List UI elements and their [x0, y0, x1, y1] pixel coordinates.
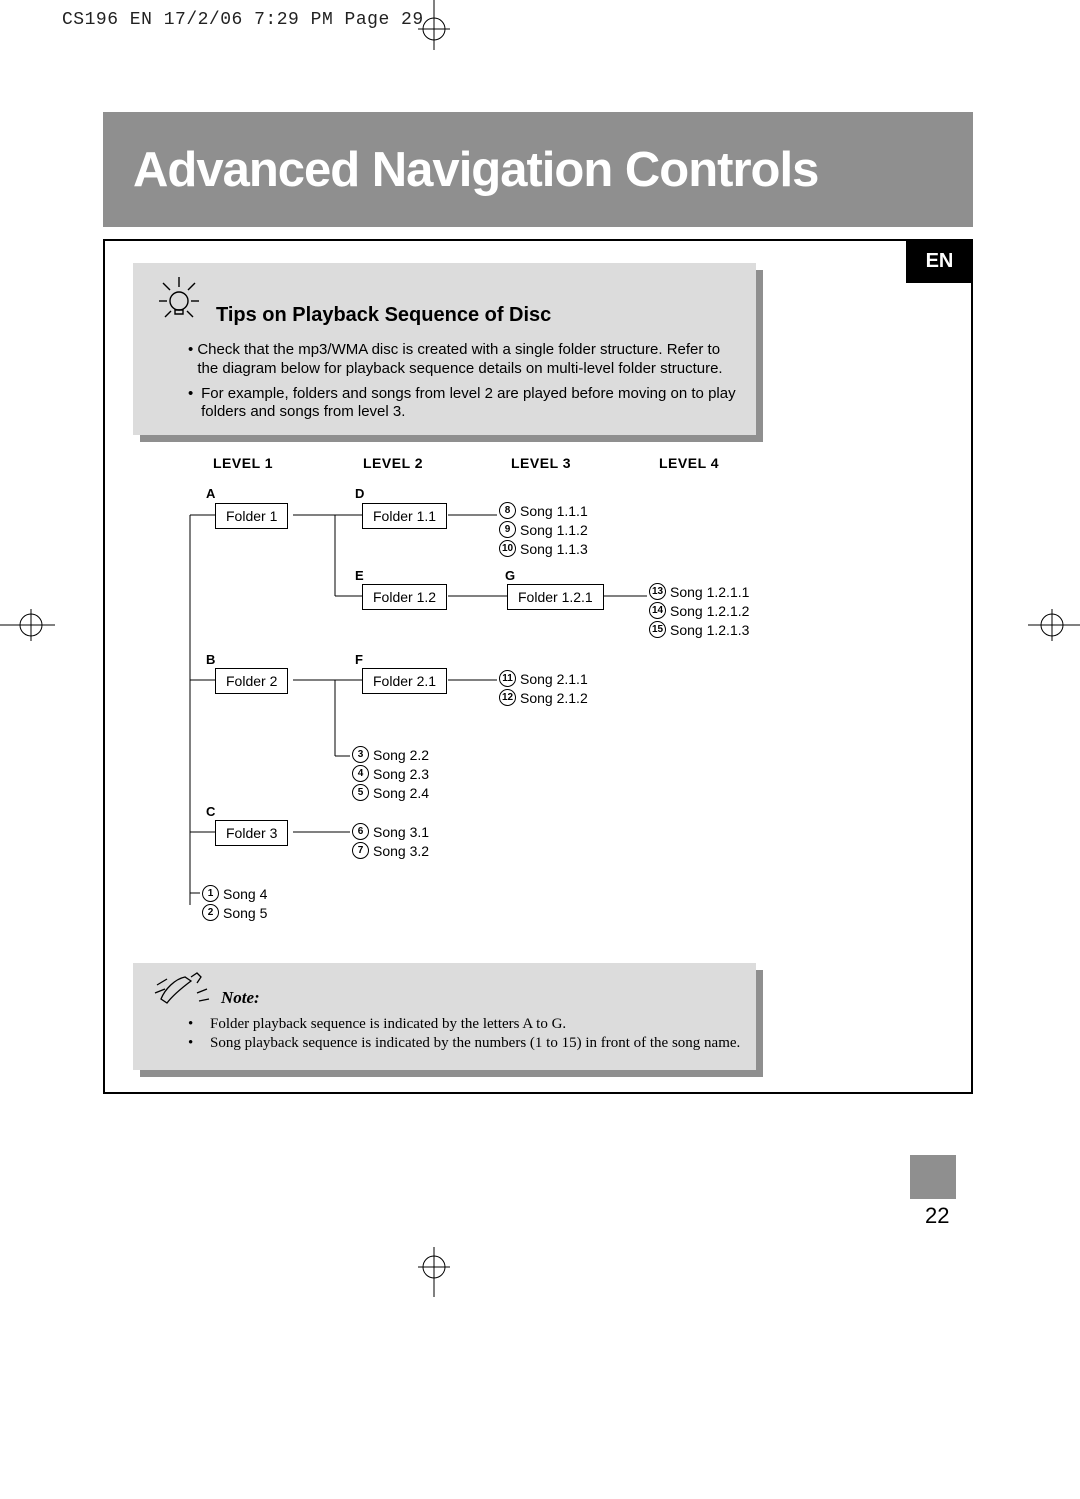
song-number: 5	[352, 784, 369, 801]
lightbulb-icon	[153, 271, 205, 323]
song-number: 10	[499, 540, 516, 557]
song-number: 11	[499, 670, 516, 687]
song-number: 1	[202, 885, 219, 902]
tip-item: Check that the mp3/WMA disc is created w…	[197, 341, 743, 379]
song-item: 2Song 5	[202, 904, 267, 921]
seq-letter: G	[505, 568, 515, 583]
song-number: 13	[649, 583, 666, 600]
song-group: 1Song 42Song 5	[202, 885, 267, 921]
seq-letter: E	[355, 568, 364, 583]
song-title: Song 1.2.1.1	[670, 584, 749, 600]
song-item: 10Song 1.1.3	[499, 540, 588, 557]
page-number-box	[910, 1155, 956, 1199]
song-number: 4	[352, 765, 369, 782]
folder-node: Folder 1.1	[362, 503, 447, 529]
song-number: 14	[649, 602, 666, 619]
song-title: Song 1.1.2	[520, 522, 588, 538]
folder-node: Folder 2	[215, 668, 288, 694]
song-title: Song 1.2.1.3	[670, 622, 749, 638]
song-item: 13Song 1.2.1.1	[649, 583, 749, 600]
seq-letter: D	[355, 486, 364, 501]
level-header: LEVEL 2	[363, 455, 423, 471]
song-title: Song 2.2	[373, 747, 429, 763]
song-title: Song 3.2	[373, 843, 429, 859]
song-number: 7	[352, 842, 369, 859]
chapter-title: Advanced Navigation Controls	[133, 142, 818, 198]
note-item: Song playback sequence is indicated by t…	[210, 1035, 740, 1052]
song-group: 6Song 3.17Song 3.2	[352, 823, 429, 859]
song-title: Song 1.2.1.2	[670, 603, 749, 619]
song-item: 3Song 2.2	[352, 746, 429, 763]
seq-letter: B	[206, 652, 215, 667]
folder-node: Folder 3	[215, 820, 288, 846]
song-number: 12	[499, 689, 516, 706]
song-title: Song 2.1.2	[520, 690, 588, 706]
song-group: 8Song 1.1.19Song 1.1.210Song 1.1.3	[499, 502, 588, 557]
seq-letter: F	[355, 652, 363, 667]
song-item: 7Song 3.2	[352, 842, 429, 859]
writing-hand-icon	[153, 969, 211, 1013]
folder-node: Folder 1.2	[362, 584, 447, 610]
song-group: 3Song 2.24Song 2.35Song 2.4	[352, 746, 429, 801]
note-heading: Note:	[221, 988, 260, 1008]
note-list: •Folder playback sequence is indicated b…	[188, 1016, 740, 1054]
song-title: Song 1.1.3	[520, 541, 588, 557]
song-title: Song 5	[223, 905, 267, 921]
song-item: 9Song 1.1.2	[499, 521, 588, 538]
song-item: 5Song 2.4	[352, 784, 429, 801]
song-item: 15Song 1.2.1.3	[649, 621, 749, 638]
tip-item: For example, folders and songs from leve…	[201, 385, 743, 423]
song-title: Song 4	[223, 886, 267, 902]
song-item: 8Song 1.1.1	[499, 502, 588, 519]
song-item: 14Song 1.2.1.2	[649, 602, 749, 619]
seq-letter: C	[206, 804, 215, 819]
song-item: 1Song 4	[202, 885, 267, 902]
song-number: 6	[352, 823, 369, 840]
song-group: 11Song 2.1.112Song 2.1.2	[499, 670, 588, 706]
page-number: 22	[925, 1203, 949, 1229]
tips-panel: Tips on Playback Sequence of Disc •Check…	[133, 263, 756, 435]
song-number: 15	[649, 621, 666, 638]
song-title: Song 2.1.1	[520, 671, 588, 687]
folder-node: Folder 2.1	[362, 668, 447, 694]
level-header: LEVEL 4	[659, 455, 719, 471]
song-title: Song 2.4	[373, 785, 429, 801]
song-item: 4Song 2.3	[352, 765, 429, 782]
note-panel: Note: •Folder playback sequence is indic…	[133, 963, 756, 1070]
song-number: 8	[499, 502, 516, 519]
song-group: 13Song 1.2.1.114Song 1.2.1.215Song 1.2.1…	[649, 583, 749, 638]
seq-letter: A	[206, 486, 215, 501]
song-number: 9	[499, 521, 516, 538]
tips-list: •Check that the mp3/WMA disc is created …	[188, 341, 743, 428]
tips-heading: Tips on Playback Sequence of Disc	[216, 304, 551, 327]
song-number: 2	[202, 904, 219, 921]
song-title: Song 1.1.1	[520, 503, 588, 519]
song-item: 11Song 2.1.1	[499, 670, 588, 687]
note-item: Folder playback sequence is indicated by…	[210, 1016, 566, 1033]
song-number: 3	[352, 746, 369, 763]
song-item: 12Song 2.1.2	[499, 689, 588, 706]
level-header: LEVEL 1	[213, 455, 273, 471]
chapter-title-bar: Advanced Navigation Controls	[103, 112, 973, 227]
song-title: Song 3.1	[373, 824, 429, 840]
folder-tree: A B C D E F G Folder 1 Folder 2 Folder 3…	[170, 480, 960, 970]
folder-node: Folder 1.2.1	[507, 584, 604, 610]
song-item: 6Song 3.1	[352, 823, 429, 840]
song-title: Song 2.3	[373, 766, 429, 782]
level-header: LEVEL 3	[511, 455, 571, 471]
folder-node: Folder 1	[215, 503, 288, 529]
